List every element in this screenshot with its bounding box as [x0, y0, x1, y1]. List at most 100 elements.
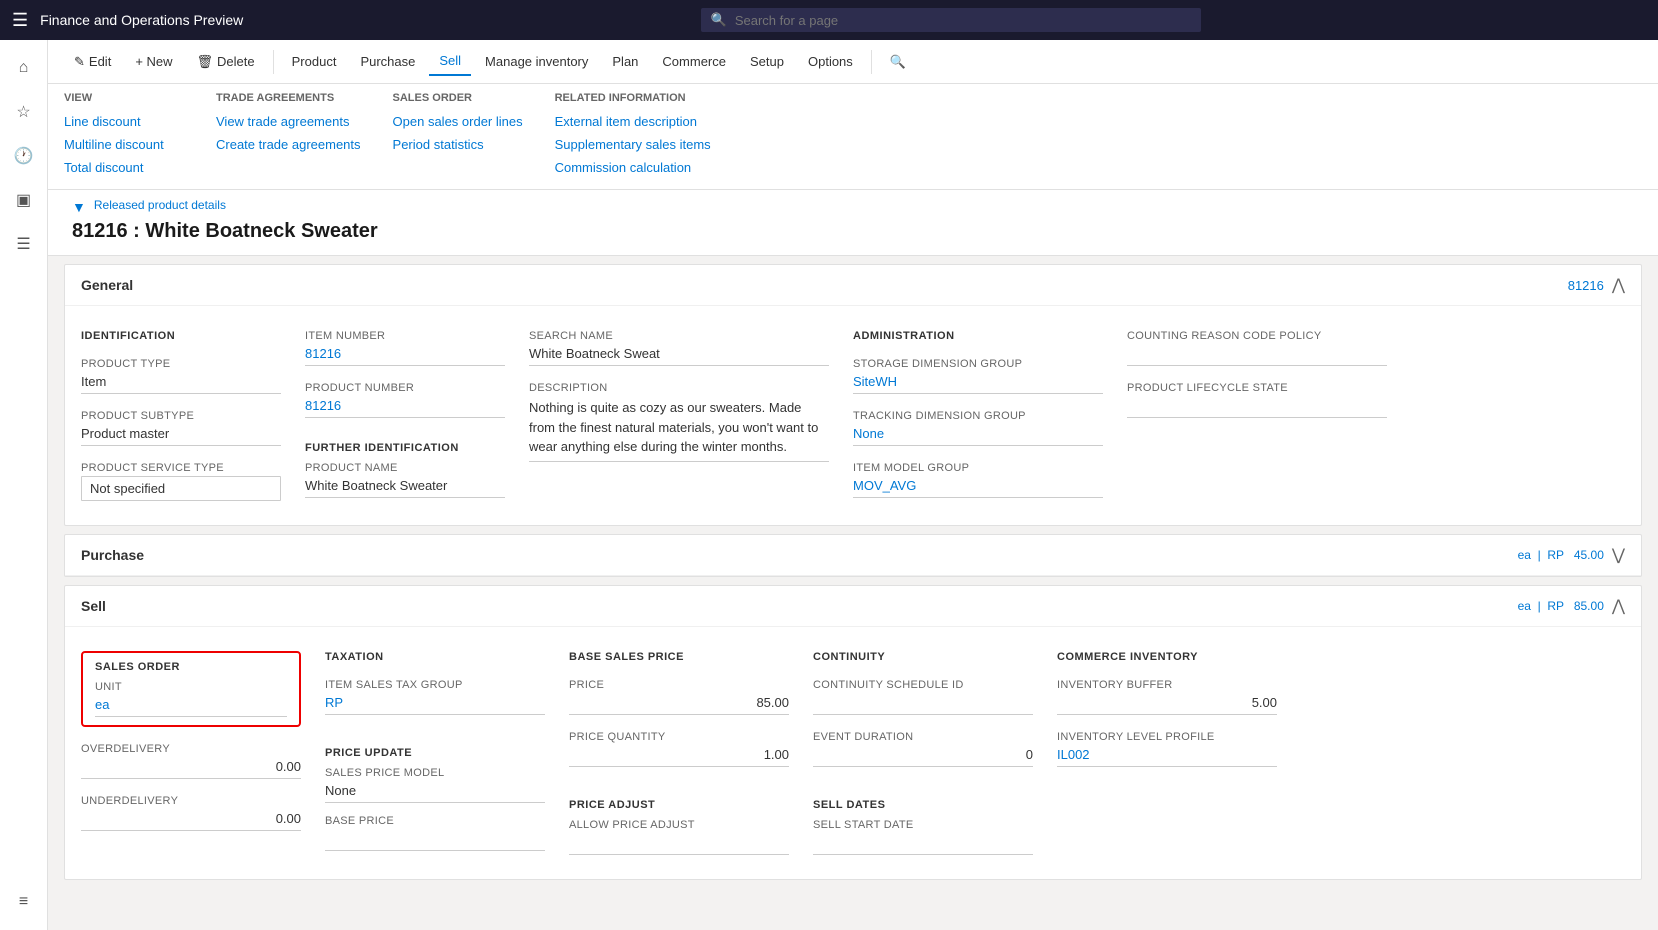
unit-value[interactable]: ea	[95, 695, 287, 717]
sell-section-header[interactable]: Sell ea | RP 85.00 ⋀	[65, 586, 1641, 627]
lifecycle-label: Product lifecycle state	[1127, 382, 1387, 394]
general-body: IDENTIFICATION Product type Item Product…	[65, 306, 1641, 525]
options-button[interactable]: Options	[798, 48, 863, 75]
unit-group: Unit ea	[95, 681, 287, 717]
tracking-dim-value[interactable]: None	[853, 424, 1103, 446]
general-section-header[interactable]: General 81216 ⋀	[65, 265, 1641, 306]
overdelivery-value: 0.00	[81, 757, 301, 779]
search-name-value: White Boatneck Sweat	[529, 344, 829, 366]
link-period-stats[interactable]: Period statistics	[393, 135, 523, 154]
sidebar-home[interactable]: ⌂	[4, 48, 44, 88]
product-name-group: Product name White Boatneck Sweater	[305, 462, 505, 498]
product-service-type-label: Product service type	[81, 462, 281, 474]
item-number-group: Item number 81216	[305, 330, 505, 366]
general-collapse-icon[interactable]: ⋀	[1612, 275, 1625, 295]
unit-label: Unit	[95, 681, 287, 693]
link-line-discount[interactable]: Line discount	[64, 112, 184, 131]
sell-dropdown: View Line discount Multiline discount To…	[48, 84, 1658, 190]
base-price-label: Base price	[325, 815, 545, 827]
counting-col: Counting reason code policy Product life…	[1127, 322, 1387, 509]
sell-button[interactable]: Sell	[429, 47, 471, 76]
product-name-label: Product name	[305, 462, 505, 474]
commerce-button[interactable]: Commerce	[652, 48, 736, 75]
link-view-trade[interactable]: View trade agreements	[216, 112, 361, 131]
dropdown-related-title: Related information	[555, 92, 711, 104]
underdelivery-label: Underdelivery	[81, 795, 301, 807]
link-total-discount[interactable]: Total discount	[64, 158, 184, 177]
event-duration-value: 0	[813, 745, 1033, 767]
further-id-label: FURTHER IDENTIFICATION	[305, 442, 505, 454]
purchase-button[interactable]: Purchase	[350, 48, 425, 75]
search-icon: 🔍	[711, 12, 727, 28]
sell-start-label: Sell start date	[813, 819, 1033, 831]
general-section: General 81216 ⋀ IDENTIFICATION Product t…	[64, 264, 1642, 526]
dropdown-so-title: Sales order	[393, 92, 523, 104]
separator-1	[273, 50, 274, 74]
product-service-type-input[interactable]: Not specified	[81, 476, 281, 501]
allow-price-adjust-value	[569, 833, 789, 855]
product-subtype-label: Product subtype	[81, 410, 281, 422]
price-qty-label: Price quantity	[569, 731, 789, 743]
sidebar-workspaces[interactable]: ▣	[4, 180, 44, 220]
page-content: ▼ Released product details 81216 : White…	[48, 190, 1658, 930]
search-box[interactable]: 🔍	[701, 8, 1201, 32]
product-number-group: Product number 81216	[305, 382, 505, 418]
continuity-label: CONTINUITY	[813, 651, 1033, 663]
setup-button[interactable]: Setup	[740, 48, 794, 75]
price-update-section: PRICE UPDATE Sales price model None Base…	[325, 747, 545, 851]
inv-buffer-value: 5.00	[1057, 693, 1277, 715]
lifecycle-value	[1127, 396, 1387, 418]
underdelivery-group: Underdelivery 0.00	[81, 795, 301, 831]
sidebar-recent[interactable]: 🕐	[4, 136, 44, 176]
sidebar: ⌂ ☆ 🕐 ▣ ☰ ≡	[0, 40, 48, 930]
purchase-collapse-icon[interactable]: ⋁	[1612, 545, 1625, 565]
sidebar-favorites[interactable]: ☆	[4, 92, 44, 132]
purchase-section-header[interactable]: Purchase ea | RP 45.00 ⋁	[65, 535, 1641, 576]
description-group: Description Nothing is quite as cozy as …	[529, 382, 829, 462]
tax-group-value[interactable]: RP	[325, 693, 545, 715]
product-number-value[interactable]: 81216	[305, 396, 505, 418]
edit-button[interactable]: ✎ Edit	[64, 48, 121, 76]
item-number-value[interactable]: 81216	[305, 344, 505, 366]
plan-button[interactable]: Plan	[602, 48, 648, 75]
general-right: 81216 ⋀	[1568, 275, 1625, 295]
page-header: ▼ Released product details 81216 : White…	[48, 190, 1658, 256]
price-adjust-section: PRICE ADJUST Allow price adjust	[569, 799, 789, 855]
page-title: 81216 : White Boatneck Sweater	[72, 220, 1634, 243]
new-button[interactable]: + New	[125, 48, 182, 75]
hamburger-icon[interactable]: ☰	[12, 10, 28, 31]
item-model-value[interactable]: MOV_AVG	[853, 476, 1103, 498]
link-commission[interactable]: Commission calculation	[555, 158, 711, 177]
breadcrumb[interactable]: Released product details	[94, 198, 226, 212]
product-button[interactable]: Product	[282, 48, 347, 75]
manage-inventory-button[interactable]: Manage inventory	[475, 48, 598, 75]
tracking-dim-label: Tracking dimension group	[853, 410, 1103, 422]
dropdown-trade-title: Trade agreements	[216, 92, 361, 104]
underdelivery-value: 0.00	[81, 809, 301, 831]
link-create-trade[interactable]: Create trade agreements	[216, 135, 361, 154]
delete-button[interactable]: 🗑 Delete	[187, 48, 265, 76]
search-input[interactable]	[735, 13, 1191, 28]
link-multiline-discount[interactable]: Multiline discount	[64, 135, 184, 154]
general-badge: 81216	[1568, 278, 1604, 293]
item-model-group: Item model group MOV_AVG	[853, 462, 1103, 498]
sidebar-modules[interactable]: ☰	[4, 224, 44, 264]
item-number-col: Item number 81216 Product number 81216 F…	[305, 322, 505, 509]
search-cmd-button[interactable]: 🔍	[880, 48, 916, 76]
sell-collapse-icon[interactable]: ⋀	[1612, 596, 1625, 616]
storage-dim-value[interactable]: SiteWH	[853, 372, 1103, 394]
sales-order-box: SALES ORDER Unit ea	[81, 651, 301, 727]
description-label: Description	[529, 382, 829, 394]
overdelivery-group: Overdelivery 0.00	[81, 743, 301, 779]
link-open-so[interactable]: Open sales order lines	[393, 112, 523, 131]
inv-level-value[interactable]: IL002	[1057, 745, 1277, 767]
edit-icon: ✎	[74, 54, 85, 70]
dropdown-related: Related information External item descri…	[555, 92, 711, 177]
base-price-group: Base price	[325, 815, 545, 851]
event-duration-group: Event duration 0	[813, 731, 1033, 767]
sidebar-collapse[interactable]: ≡	[4, 882, 44, 922]
link-ext-item[interactable]: External item description	[555, 112, 711, 131]
app-title: Finance and Operations Preview	[40, 12, 243, 28]
allow-price-adjust-label: Allow price adjust	[569, 819, 789, 831]
link-supp-sales[interactable]: Supplementary sales items	[555, 135, 711, 154]
